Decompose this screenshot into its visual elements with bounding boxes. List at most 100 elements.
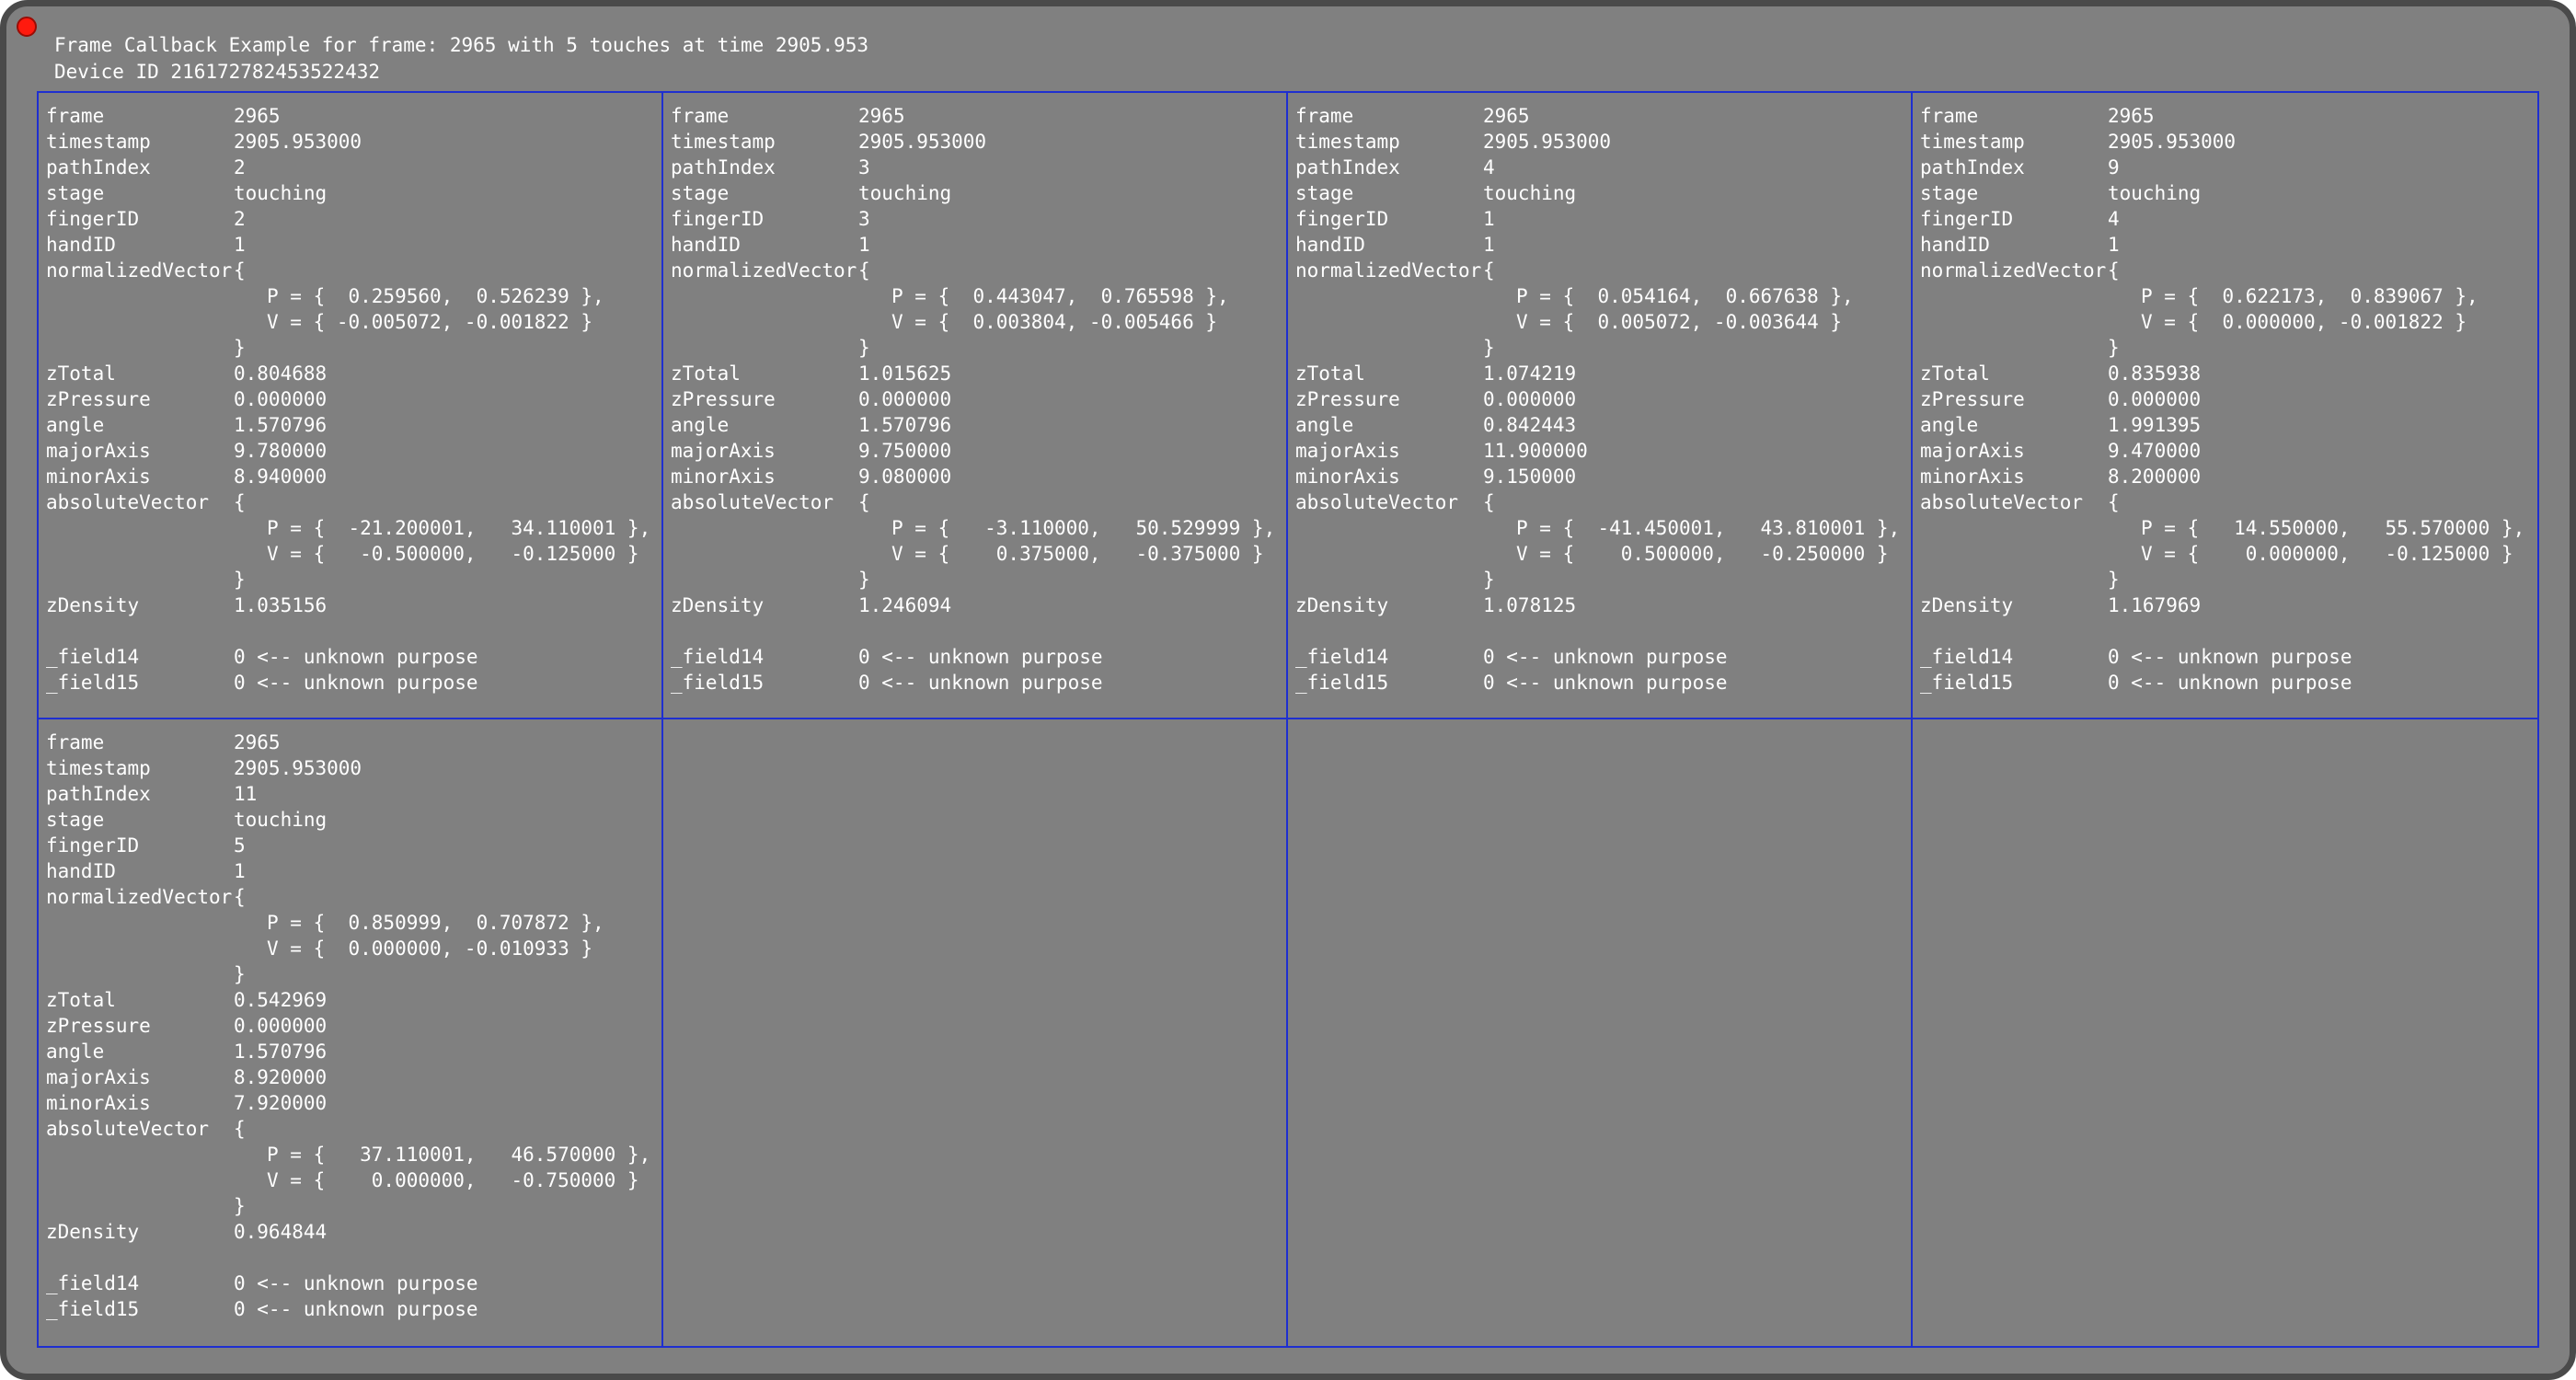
field-label-handid: handID xyxy=(1920,234,1990,256)
field-value-normalizedvector: { xyxy=(1483,259,1495,282)
field-row: zDensity 0.964844 xyxy=(46,1219,661,1245)
field-value-ztotal: 0.542969 xyxy=(234,989,328,1011)
field-label-timestamp: timestamp xyxy=(1920,131,2025,153)
field-row: handID 1 xyxy=(46,232,661,258)
touch-grid: frame 2965 timestamp 2905.953000 pathIndex 2 s… xyxy=(37,91,2539,1348)
field-row: minorAxis 8.940000 xyxy=(46,464,661,489)
field-label-stage: stage xyxy=(46,182,105,204)
field-label-frame: frame xyxy=(671,105,730,127)
field-row: frame 2965 xyxy=(1295,103,1911,129)
field-row: zPressure 0.000000 xyxy=(671,386,1286,412)
field-label-stage: stage xyxy=(1295,182,1354,204)
field-value-normalizedvector: { xyxy=(2108,259,2120,282)
field-row: } xyxy=(46,1193,661,1219)
field-value-zpressure: 0.000000 xyxy=(1483,388,1577,410)
field-row: frame 2965 xyxy=(1920,103,2537,129)
app-window: Frame Callback Example for frame: 2965 w… xyxy=(0,0,2576,1380)
normalizedvector-close-brace: } xyxy=(2108,337,2120,359)
field-value-pathindex: 4 xyxy=(1483,156,1495,178)
normalizedvector-close-brace: } xyxy=(234,337,246,359)
field-label-absolutevector: absoluteVector xyxy=(671,491,834,513)
field-row: timestamp 2905.953000 xyxy=(46,129,661,155)
field-row: zDensity 1.078125 xyxy=(1295,592,1911,618)
absolutevector-close-brace: } xyxy=(858,569,870,591)
field-label-angle: angle xyxy=(671,414,730,436)
field-label-zpressure: zPressure xyxy=(1295,388,1400,410)
field-label-timestamp: timestamp xyxy=(1295,131,1400,153)
field-label-frame: frame xyxy=(46,105,105,127)
field-row: P = { 37.110001, 46.570000 }, xyxy=(46,1142,661,1167)
field-value-field15: 0 <-- unknown purpose xyxy=(2108,672,2352,694)
field-value-frame: 2965 xyxy=(2108,105,2155,127)
field-row: V = { -0.005072, -0.001822 } xyxy=(46,309,661,335)
field-value-field14: 0 <-- unknown purpose xyxy=(234,1272,478,1294)
field-row: timestamp 2905.953000 xyxy=(46,755,661,781)
field-label-handid: handID xyxy=(46,860,116,882)
field-value-handid: 1 xyxy=(234,234,246,256)
field-row: P = { -41.450001, 43.810001 }, xyxy=(1295,515,1911,541)
field-row: } xyxy=(671,567,1286,592)
field-label-absolutevector: absoluteVector xyxy=(1920,491,2084,513)
field-value-frame: 2965 xyxy=(1483,105,1530,127)
field-row: V = { -0.500000, -0.125000 } xyxy=(46,541,661,567)
normalizedvector-p-line: P = { 0.259560, 0.526239 }, xyxy=(267,285,604,307)
field-row: absoluteVector { xyxy=(1295,489,1911,515)
field-row: _field14 0 <-- unknown purpose xyxy=(1920,644,2537,670)
normalizedvector-v-line: V = { -0.005072, -0.001822 } xyxy=(267,311,593,333)
normalizedvector-v-line: V = { 0.005072, -0.003644 } xyxy=(1516,311,1843,333)
field-row: minorAxis 7.920000 xyxy=(46,1090,661,1116)
field-label-absolutevector: absoluteVector xyxy=(46,1118,210,1140)
field-label-field15: _field15 xyxy=(46,672,140,694)
blank-row xyxy=(46,1245,661,1271)
field-label-normalizedvector: normalizedVector xyxy=(46,259,233,282)
field-row: zTotal 0.804688 xyxy=(46,361,661,386)
field-value-timestamp: 2905.953000 xyxy=(234,131,362,153)
field-value-majoraxis: 8.920000 xyxy=(234,1066,328,1088)
close-button-icon[interactable] xyxy=(17,17,37,37)
field-label-zdensity: zDensity xyxy=(671,594,765,616)
field-label-zpressure: zPressure xyxy=(671,388,776,410)
field-row: absoluteVector { xyxy=(46,489,661,515)
field-value-frame: 2965 xyxy=(858,105,905,127)
absolutevector-close-brace: } xyxy=(1483,569,1495,591)
field-row: angle 0.842443 xyxy=(1295,412,1911,438)
frame-callback-title: Frame Callback Example for frame: 2965 w… xyxy=(54,34,869,56)
field-value-stage: touching xyxy=(858,182,952,204)
normalizedvector-close-brace: } xyxy=(234,963,246,985)
normalizedvector-close-brace: } xyxy=(858,337,870,359)
field-row: zTotal 1.015625 xyxy=(671,361,1286,386)
normalizedvector-v-line: V = { 0.003804, -0.005466 } xyxy=(891,311,1218,333)
field-row: pathIndex 9 xyxy=(1920,155,2537,180)
field-row: } xyxy=(46,335,661,361)
field-row: timestamp 2905.953000 xyxy=(671,129,1286,155)
field-row: minorAxis 9.080000 xyxy=(671,464,1286,489)
field-label-zpressure: zPressure xyxy=(1920,388,2025,410)
field-row: absoluteVector { xyxy=(671,489,1286,515)
field-value-timestamp: 2905.953000 xyxy=(234,757,362,779)
field-label-fingerid: fingerID xyxy=(671,208,765,230)
field-label-majoraxis: majorAxis xyxy=(671,440,776,462)
field-label-stage: stage xyxy=(1920,182,1979,204)
field-row: V = { 0.003804, -0.005466 } xyxy=(671,309,1286,335)
field-row: V = { 0.500000, -0.250000 } xyxy=(1295,541,1911,567)
field-label-majoraxis: majorAxis xyxy=(46,1066,151,1088)
absolutevector-v-line: V = { 0.000000, -0.125000 } xyxy=(2141,543,2513,565)
absolutevector-v-line: V = { 0.375000, -0.375000 } xyxy=(891,543,1264,565)
normalizedvector-p-line: P = { 0.622173, 0.839067 }, xyxy=(2141,285,2478,307)
field-value-fingerid: 2 xyxy=(234,208,246,230)
field-value-pathindex: 2 xyxy=(234,156,246,178)
field-label-zdensity: zDensity xyxy=(46,1221,140,1243)
field-value-zpressure: 0.000000 xyxy=(858,388,952,410)
field-row: normalizedVector{ xyxy=(1920,258,2537,283)
field-label-minoraxis: minorAxis xyxy=(46,466,151,488)
field-label-zpressure: zPressure xyxy=(46,388,151,410)
field-row: P = { 0.259560, 0.526239 }, xyxy=(46,283,661,309)
absolutevector-close-brace: } xyxy=(234,1195,246,1217)
field-label-field15: _field15 xyxy=(671,672,765,694)
field-row: minorAxis 8.200000 xyxy=(1920,464,2537,489)
field-row: pathIndex 3 xyxy=(671,155,1286,180)
field-value-majoraxis: 11.900000 xyxy=(1483,440,1588,462)
field-row: angle 1.570796 xyxy=(46,412,661,438)
field-value-stage: touching xyxy=(234,182,328,204)
field-value-zdensity: 1.035156 xyxy=(234,594,328,616)
